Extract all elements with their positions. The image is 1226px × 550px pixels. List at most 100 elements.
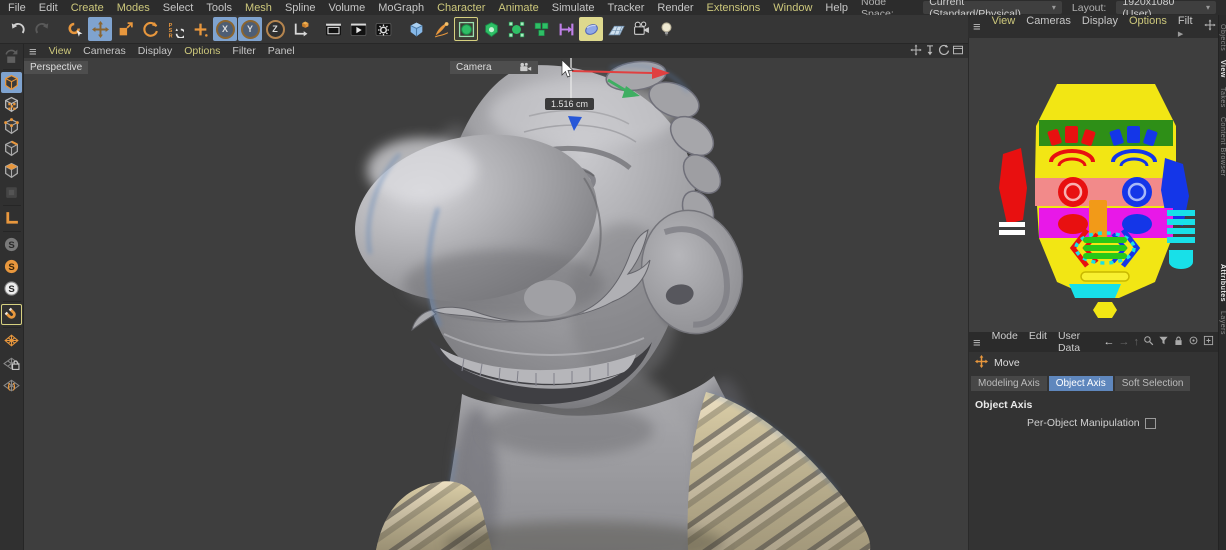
side-tab-view[interactable]: View xyxy=(1219,60,1226,78)
right-menu-display[interactable]: Display xyxy=(1082,15,1118,39)
viewport-view-label[interactable]: Perspective xyxy=(24,61,89,74)
point-mode-icon[interactable] xyxy=(1,116,22,137)
pan-icon[interactable] xyxy=(910,43,922,59)
menu-mesh[interactable]: Mesh xyxy=(245,2,272,14)
render-settings-icon[interactable] xyxy=(371,17,395,41)
menu-spline[interactable]: Spline xyxy=(285,2,316,14)
rotate-tool-icon[interactable] xyxy=(138,17,162,41)
camera-icon[interactable] xyxy=(629,17,653,41)
right-viewport[interactable] xyxy=(968,38,1219,332)
dolly-icon[interactable] xyxy=(924,44,936,59)
menu-extensions[interactable]: Extensions xyxy=(706,2,760,14)
lock-icon[interactable] xyxy=(1173,335,1184,349)
coordinate-system-icon[interactable] xyxy=(288,17,312,41)
texture-mode-icon[interactable] xyxy=(1,94,22,115)
tab-soft-selection[interactable]: Soft Selection xyxy=(1114,376,1191,391)
side-tab-content-browser[interactable]: Content Browser xyxy=(1219,117,1226,177)
viewport-menu-view[interactable]: View xyxy=(49,45,72,57)
back-icon[interactable]: ← xyxy=(1104,336,1115,348)
right-menu-options[interactable]: Options xyxy=(1129,15,1167,39)
tab-object-axis[interactable]: Object Axis xyxy=(1048,376,1113,391)
light-icon[interactable] xyxy=(654,17,678,41)
menu-volume[interactable]: Volume xyxy=(329,2,366,14)
up-icon[interactable]: ↑ xyxy=(1134,336,1140,348)
redo-icon[interactable] xyxy=(30,17,54,41)
menu-icon[interactable]: ≡ xyxy=(973,20,981,33)
uv-mode-icon[interactable] xyxy=(1,182,22,203)
viewport-menu-cameras[interactable]: Cameras xyxy=(83,45,126,57)
forward-icon[interactable]: → xyxy=(1119,336,1130,348)
layout-dropdown[interactable]: 1920x1080 (User) ▾ xyxy=(1116,0,1216,20)
viewport-menu-filter[interactable]: Filter xyxy=(232,45,255,57)
right-menu-cameras[interactable]: Cameras xyxy=(1026,15,1071,39)
menu-render[interactable]: Render xyxy=(657,2,693,14)
simulation-icon[interactable] xyxy=(579,17,603,41)
side-tab-attributes[interactable]: Attributes xyxy=(1219,264,1226,302)
menu-file[interactable]: File xyxy=(8,2,26,14)
solo-hierarchy-icon[interactable]: S xyxy=(1,278,22,299)
menu-tools[interactable]: Tools xyxy=(206,2,232,14)
live-selection-icon[interactable] xyxy=(63,17,87,41)
side-tab-takes[interactable]: Takes xyxy=(1219,87,1226,108)
rotate-view-icon[interactable] xyxy=(938,44,950,59)
target-icon[interactable] xyxy=(1188,335,1199,349)
render-picture-viewer-icon[interactable] xyxy=(346,17,370,41)
menu-character[interactable]: Character xyxy=(437,2,485,14)
tab-modeling-axis[interactable]: Modeling Axis xyxy=(971,376,1047,391)
menu-tracker[interactable]: Tracker xyxy=(608,2,645,14)
edge-mode-icon[interactable] xyxy=(1,138,22,159)
menu-edit[interactable]: Edit xyxy=(39,2,58,14)
pan-icon[interactable] xyxy=(1203,19,1216,34)
add-box-icon[interactable] xyxy=(1203,335,1214,349)
menu-icon[interactable]: ≡ xyxy=(29,45,37,58)
attr-menu-user-data[interactable]: User Data xyxy=(1058,330,1093,354)
workplane-lock-icon[interactable] xyxy=(1,352,22,373)
attr-menu-mode[interactable]: Mode xyxy=(992,330,1018,354)
render-view-icon[interactable] xyxy=(321,17,345,41)
menu-create[interactable]: Create xyxy=(71,2,104,14)
attr-menu-edit[interactable]: Edit xyxy=(1029,330,1047,354)
psr-tool-icon[interactable]: PSR xyxy=(163,17,187,41)
polygon-mode-icon[interactable] xyxy=(1,160,22,181)
volume-icon[interactable] xyxy=(479,17,503,41)
enable-axis-icon[interactable] xyxy=(1,208,22,229)
floor-icon[interactable] xyxy=(604,17,628,41)
scale-tool-icon[interactable] xyxy=(113,17,137,41)
search-icon[interactable] xyxy=(1143,335,1154,349)
menu-help[interactable]: Help xyxy=(825,2,848,14)
primitive-cube-icon[interactable] xyxy=(404,17,428,41)
menu-window[interactable]: Window xyxy=(773,2,812,14)
snap-icon[interactable] xyxy=(1,304,22,325)
viewport-menu-panel[interactable]: Panel xyxy=(268,45,295,57)
solo-off-icon[interactable]: S xyxy=(1,234,22,255)
model-mode-icon[interactable] xyxy=(1,72,22,93)
field-icon[interactable] xyxy=(554,17,578,41)
deformer-icon[interactable] xyxy=(504,17,528,41)
spline-pen-icon[interactable] xyxy=(429,17,453,41)
lock-y-icon[interactable]: Y xyxy=(238,17,262,41)
per-object-manipulation-checkbox[interactable] xyxy=(1144,417,1156,429)
subdivision-surface-icon[interactable] xyxy=(454,17,478,41)
cloner-icon[interactable] xyxy=(529,17,553,41)
maximize-icon[interactable] xyxy=(952,44,964,59)
menu-icon[interactable]: ≡ xyxy=(973,336,981,349)
menu-mograph[interactable]: MoGraph xyxy=(378,2,424,14)
side-tab-layers[interactable]: Layers xyxy=(1219,311,1226,335)
quantize-icon[interactable] xyxy=(1,330,22,351)
axis-modifier-icon[interactable] xyxy=(188,17,212,41)
undo-icon[interactable] xyxy=(5,17,29,41)
right-menu-view[interactable]: View xyxy=(992,15,1016,39)
side-tab-objects[interactable]: Objects xyxy=(1219,24,1226,51)
menu-modes[interactable]: Modes xyxy=(117,2,150,14)
node-space-dropdown[interactable]: Current (Standard/Physical) ▾ xyxy=(923,0,1062,20)
filter-icon[interactable] xyxy=(1158,335,1169,349)
menu-animate[interactable]: Animate xyxy=(498,2,538,14)
move-tool-icon[interactable] xyxy=(88,17,112,41)
lock-z-icon[interactable]: Z xyxy=(263,17,287,41)
solo-single-icon[interactable]: S xyxy=(1,256,22,277)
workplane-icon[interactable]: ( ) xyxy=(1,374,22,395)
viewport-camera-label[interactable]: Camera xyxy=(450,61,538,74)
right-menu-filt[interactable]: Filt ▶ xyxy=(1178,15,1193,39)
menu-select[interactable]: Select xyxy=(163,2,194,14)
convert-icon[interactable] xyxy=(1,46,22,67)
